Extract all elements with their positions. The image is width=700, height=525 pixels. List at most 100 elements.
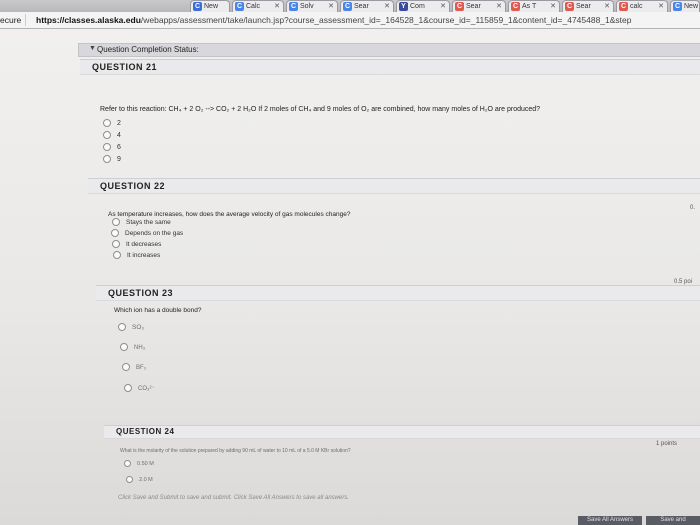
radio-button[interactable] (103, 155, 111, 164)
save-all-answers-button[interactable]: Save All Answers (578, 516, 642, 525)
question-text: Refer to this reaction: CH₄ + 2 O₂ --> C… (100, 106, 541, 113)
answer-option[interactable]: 0.50 M (124, 459, 154, 469)
radio-button[interactable] (113, 251, 121, 260)
answer-option[interactable]: BF₃ (122, 363, 146, 373)
address-bar[interactable]: ecure https://classes.alaska.edu/webapps… (0, 12, 700, 29)
option-label: 2 (117, 120, 121, 127)
radio-button[interactable] (124, 460, 131, 468)
tab-close-icon[interactable]: ✕ (658, 1, 664, 12)
secure-label: ecure (0, 14, 27, 26)
browser-tab[interactable]: C Sear ✕ (562, 0, 614, 12)
tab-label: Sear (466, 3, 481, 10)
browser-tab[interactable]: Y Com ✕ (396, 0, 450, 12)
tab-label: calc (630, 3, 643, 10)
option-label: Stays the same (126, 219, 171, 226)
answer-option[interactable]: NH₃ (120, 343, 145, 353)
radio-button[interactable] (111, 229, 119, 238)
tab-favicon-icon: C (511, 2, 520, 11)
radio-button[interactable] (122, 363, 130, 372)
question-text: As temperature increases, how does the a… (108, 211, 351, 218)
answer-option[interactable]: It increases (113, 251, 160, 261)
radio-button[interactable] (103, 143, 111, 152)
radio-button[interactable] (124, 384, 132, 393)
question-header: QUESTION 24 (104, 425, 700, 439)
option-label: SO₃ (132, 324, 145, 331)
question-text: Which ion has a double bond? (114, 307, 202, 314)
completion-status-label: Question Completion Status: (97, 45, 199, 54)
option-label: It increases (127, 252, 161, 259)
tab-favicon-icon: C (289, 2, 298, 11)
browser-tab[interactable]: C Sear ✕ (452, 0, 506, 12)
radio-button[interactable] (120, 343, 128, 352)
assessment-page: ▼ Question Completion Status: QUESTION 2… (0, 29, 700, 525)
tab-label: Com (410, 3, 425, 10)
tab-label: As T (522, 3, 537, 10)
tab-close-icon[interactable]: ✕ (440, 1, 446, 12)
answer-option[interactable]: 4 (103, 131, 121, 141)
tab-close-icon[interactable]: ✕ (384, 1, 390, 12)
tab-close-icon[interactable]: ✕ (274, 1, 280, 12)
url-text[interactable]: https://classes.alaska.edu/webapps/asses… (36, 14, 632, 26)
radio-button[interactable] (103, 131, 111, 140)
completion-status-bar[interactable]: ▼ Question Completion Status: (78, 43, 700, 57)
option-label: 9 (117, 156, 121, 163)
answer-option[interactable]: Stays the same (112, 218, 171, 228)
url-path: /webapps/assessment/take/launch.jsp?cour… (140, 15, 632, 25)
option-label: It decreases (126, 241, 162, 248)
tab-favicon-icon: Y (399, 2, 408, 11)
option-label: BF₃ (136, 365, 147, 371)
option-label: 2.0 M (139, 477, 153, 483)
tab-close-icon[interactable]: ✕ (328, 1, 334, 12)
question-number: QUESTION 24 (116, 427, 175, 436)
question-number: QUESTION 21 (92, 62, 158, 72)
tab-favicon-icon: C (235, 2, 244, 11)
footer-instructions: Click Save and Submit to save and submit… (118, 495, 349, 501)
answer-option[interactable]: 2 (103, 119, 121, 129)
answer-option[interactable]: It decreases (112, 240, 161, 250)
browser-tab[interactable]: C Calc ✕ (232, 0, 284, 12)
browser-tab[interactable]: C Sear ✕ (340, 0, 394, 12)
browser-tab[interactable]: C New (670, 0, 700, 12)
answer-option[interactable]: CO₃²⁻ (124, 384, 155, 394)
radio-button[interactable] (126, 476, 133, 484)
points-label: 0.5 poi (674, 279, 693, 285)
radio-button[interactable] (103, 119, 111, 128)
points-label: 0. (690, 205, 696, 211)
browser-tab[interactable]: C Solv ✕ (286, 0, 338, 12)
answer-option[interactable]: 2.0 M (126, 475, 153, 485)
browser-tab[interactable]: C New (190, 0, 230, 12)
option-label: NH₃ (134, 345, 146, 351)
browser-tab[interactable]: Ccalc ✕ (616, 0, 668, 12)
answer-option[interactable]: Depends on the gas (111, 229, 183, 239)
radio-button[interactable] (112, 240, 120, 249)
tab-favicon-icon: C (193, 2, 202, 11)
tab-favicon-icon: C (343, 2, 352, 11)
tab-label: Solv (300, 3, 314, 10)
question-header: QUESTION 21 (80, 59, 700, 75)
tab-label: New (684, 3, 699, 10)
browser-tab[interactable]: C As T ✕ (508, 0, 560, 12)
save-and-submit-button[interactable]: Save and (646, 516, 700, 525)
tab-close-icon[interactable]: ✕ (604, 1, 610, 12)
tab-favicon-icon: C (673, 2, 682, 11)
tab-label: Sear (354, 3, 369, 10)
answer-option[interactable]: SO₃ (118, 323, 144, 333)
tab-label: New (204, 3, 219, 10)
radio-button[interactable] (118, 323, 126, 332)
option-label: CO₃²⁻ (138, 386, 155, 392)
tab-close-icon[interactable]: ✕ (496, 1, 502, 12)
answer-option[interactable]: 6 (103, 143, 121, 153)
option-label: 0.50 M (137, 461, 154, 467)
tab-favicon-icon: C (455, 2, 464, 11)
url-host: https://classes.alaska.edu (36, 15, 141, 25)
question-text: What is the molarity of the solution pre… (120, 448, 351, 454)
option-label: 4 (117, 132, 121, 139)
question-number: QUESTION 22 (100, 181, 166, 191)
radio-button[interactable] (112, 218, 120, 227)
tab-label: Sear (576, 3, 591, 10)
answer-option[interactable]: 9 (103, 155, 121, 165)
browser-tab-strip: C New C Calc ✕ C Solv ✕ C Sear ✕ Y Com ✕ C Sear ✕ C… (0, 0, 700, 12)
expand-triangle-icon[interactable]: ▼ (89, 45, 96, 52)
question-header: QUESTION 22 (88, 178, 700, 194)
tab-close-icon[interactable]: ✕ (550, 1, 556, 12)
